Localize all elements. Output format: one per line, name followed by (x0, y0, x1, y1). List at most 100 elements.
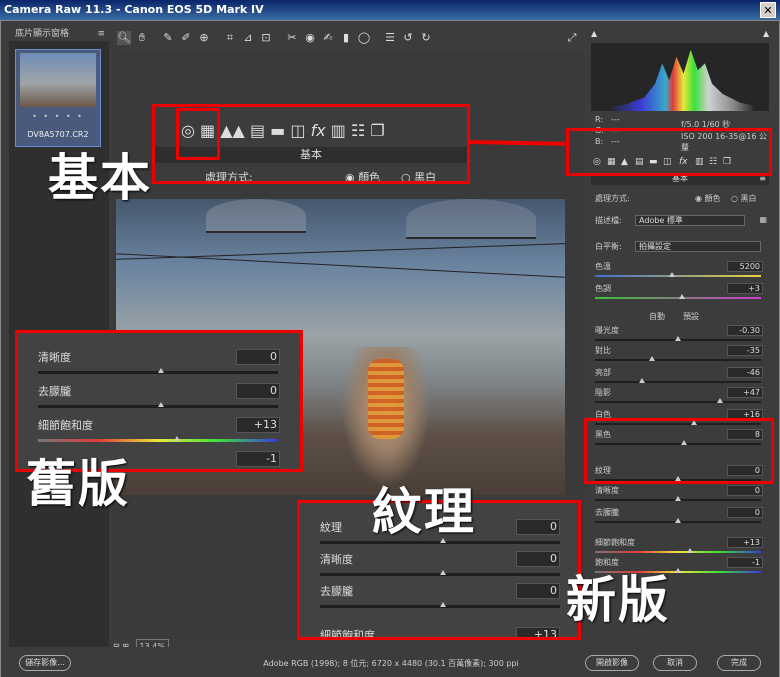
new-texture-value: 0 (516, 519, 560, 535)
brush-icon[interactable]: ✍︎ (321, 31, 335, 45)
old-clarity-value: 0 (236, 349, 280, 365)
exposure-label: 曝光度 (595, 326, 619, 335)
new-dehaze-row: 去朦朧 0 (320, 583, 564, 601)
window-title: Camera Raw 11.3 - Canon EOS 5D Mark IV (4, 3, 264, 16)
vibrance-slider[interactable] (595, 548, 761, 553)
slider-knob[interactable] (669, 272, 675, 277)
exposure-row: 曝光度 -0.30 (595, 325, 767, 337)
temp-row: 色溫 5200 (595, 261, 767, 273)
bottom-bar: 儲存影像... Adobe RGB (1998); 8 位元; 6720 x 4… (1, 647, 779, 677)
dehaze-slider[interactable] (595, 518, 761, 523)
straighten-icon[interactable]: ⊿ (241, 31, 255, 45)
contrast-slider[interactable] (595, 356, 761, 361)
old-dehaze-label: 去朦朧 (38, 385, 71, 398)
close-window-button[interactable]: ✕ (760, 2, 776, 18)
red-eye-icon[interactable]: ◉ (303, 31, 317, 45)
highlights-row: 亮部 -46 (595, 367, 767, 379)
treatment-color-radio[interactable]: ◉ 顏色 (695, 193, 721, 204)
filmstrip-thumbnail[interactable]: • • • • • DV8A5707.CR2 (15, 49, 101, 147)
temp-label: 色溫 (595, 262, 611, 271)
slider-knob (158, 368, 164, 373)
temp-value[interactable]: 5200 (727, 261, 763, 272)
profile-select[interactable]: Adobe 標準 (635, 215, 745, 226)
workflow-options-link[interactable]: Adobe RGB (1998); 8 位元; 6720 x 4480 (30.… (201, 658, 581, 669)
treatment-row: 處理方式: ◉ 顏色 ○ 黑白 (595, 193, 767, 205)
filmstrip-header: 底片顯示窗格 ≡ (9, 27, 109, 41)
color-label: 顏色 (704, 194, 721, 203)
fullscreen-icon[interactable]: ⤢ (565, 31, 579, 45)
auto-link[interactable]: 自動 (649, 311, 665, 322)
white-balance-icon[interactable]: ✎ (161, 31, 175, 45)
thumbnail-image (20, 53, 96, 107)
slider-knob[interactable] (649, 356, 655, 361)
hand-icon[interactable]: ✋︎ (135, 31, 149, 45)
new-dehaze-value: 0 (516, 583, 560, 599)
profile-row: 描述檔: Adobe 標準 ▦ (595, 215, 767, 227)
contrast-label: 對比 (595, 346, 611, 355)
zoom-icon[interactable]: 🔍︎ (117, 31, 131, 45)
temp-slider[interactable] (595, 272, 761, 277)
dehaze-label: 去朦朧 (595, 508, 619, 517)
slider-knob (440, 602, 446, 607)
shadow-clip-warning-icon[interactable]: ▲ (591, 29, 599, 38)
contrast-value[interactable]: -35 (727, 345, 763, 356)
rotate-right-icon[interactable]: ↻ (419, 31, 433, 45)
clarity-label: 清晰度 (595, 486, 619, 495)
tint-slider[interactable] (595, 294, 761, 299)
slider-knob[interactable] (675, 496, 681, 501)
slider-knob[interactable] (675, 336, 681, 341)
slider-knob[interactable] (717, 398, 723, 403)
radial-filter-icon[interactable]: ◯ (357, 31, 371, 45)
shadows-value[interactable]: +47 (727, 387, 763, 398)
shadows-slider[interactable] (595, 398, 761, 403)
vibrance-value[interactable]: +13 (727, 537, 763, 548)
old-dehaze-value: 0 (236, 383, 280, 399)
new-vibrance-label: 細節飽和度 (320, 629, 375, 640)
target-adjust-icon[interactable]: ⊕ (197, 31, 211, 45)
wb-select[interactable]: 拍攝設定 (635, 241, 761, 252)
highlights-value[interactable]: -46 (727, 367, 763, 378)
graduated-filter-icon[interactable]: ▮ (339, 31, 353, 45)
photo-garland (368, 359, 404, 439)
open-image-button[interactable]: 開啟影像 (585, 655, 639, 671)
save-image-button[interactable]: 儲存影像... (19, 655, 71, 671)
window-titlebar: Camera Raw 11.3 - Canon EOS 5D Mark IV ✕ (0, 0, 780, 20)
slider-knob (174, 436, 180, 441)
treatment-bw-radio[interactable]: ○ 黑白 (731, 193, 757, 204)
contrast-row: 對比 -35 (595, 345, 767, 357)
old-dehaze-row: 去朦朧 0 (38, 383, 284, 401)
crop-icon[interactable]: ⌗ (223, 31, 237, 45)
profile-browser-icon[interactable]: ▦ (759, 215, 767, 224)
done-button[interactable]: 完成 (717, 655, 761, 671)
filmstrip-menu-icon[interactable]: ≡ (97, 27, 105, 41)
saturation-value[interactable]: -1 (727, 557, 763, 568)
spot-removal-icon[interactable]: ✂ (285, 31, 299, 45)
highlight-clip-warning-icon[interactable]: ▲ (763, 29, 771, 38)
zoomed-color-label: 顏色 (358, 171, 381, 184)
slider-knob[interactable] (679, 294, 685, 299)
slider-knob[interactable] (687, 548, 693, 553)
default-link[interactable]: 預設 (683, 311, 699, 322)
transform-icon[interactable]: ⊡ (259, 31, 273, 45)
slider-knob[interactable] (675, 518, 681, 523)
callout-box-panel-tabs (566, 128, 772, 176)
exposure-slider[interactable] (595, 336, 761, 341)
dehaze-value[interactable]: 0 (727, 507, 763, 518)
slider-knob[interactable] (675, 568, 681, 573)
clarity-value[interactable]: 0 (727, 485, 763, 496)
exposure-value[interactable]: -0.30 (727, 325, 763, 336)
old-vibrance-slider (38, 436, 278, 442)
rotate-left-icon[interactable]: ↺ (401, 31, 415, 45)
color-sampler-icon[interactable]: ✐ (179, 31, 193, 45)
highlights-slider[interactable] (595, 378, 761, 383)
clarity-row: 清晰度 0 (595, 485, 767, 497)
wb-row: 白平衡: 拍攝設定 (595, 241, 767, 253)
clarity-slider[interactable] (595, 496, 761, 501)
label-basic: 基本 (48, 149, 152, 207)
thumbnail-rating[interactable]: • • • • • (16, 112, 100, 121)
slider-knob[interactable] (639, 378, 645, 383)
tint-value[interactable]: +3 (727, 283, 763, 294)
preferences-icon[interactable]: ☰ (383, 31, 397, 45)
photo-wire (116, 253, 565, 278)
cancel-button[interactable]: 取消 (653, 655, 697, 671)
